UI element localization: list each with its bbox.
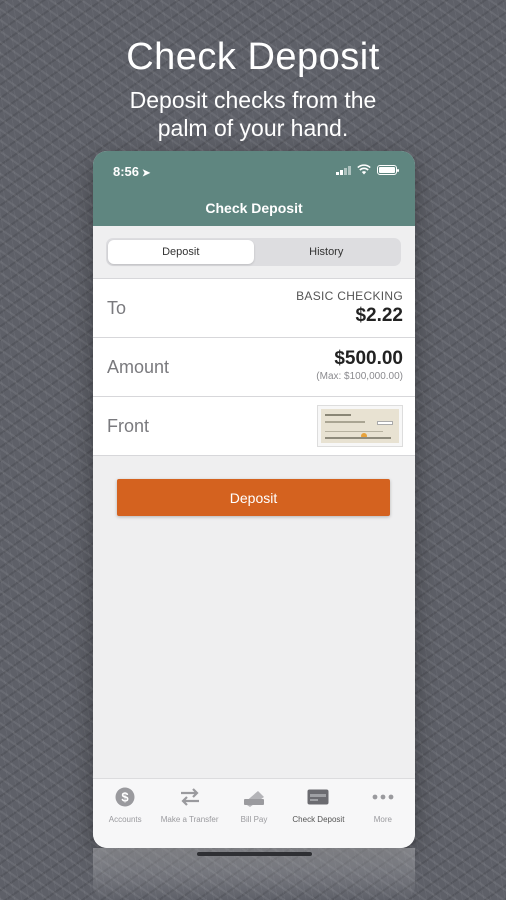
tab-bill-pay[interactable]: Bill Pay (222, 779, 286, 848)
to-label: To (107, 298, 127, 318)
cellular-signal-icon (336, 165, 351, 175)
check-image (321, 409, 399, 443)
transfer-arrows-icon (157, 785, 221, 809)
to-account-row[interactable]: To BASIC CHECKING $2.22 (93, 279, 415, 338)
bottom-tab-bar: $ Accounts Make a Transfer Bill Pay Chec… (93, 778, 415, 848)
check-front-thumbnail[interactable] (317, 405, 403, 447)
location-arrow-icon: ➤ (142, 168, 151, 179)
wifi-icon (357, 164, 371, 175)
tab-history[interactable]: History (254, 240, 400, 264)
tab-accounts[interactable]: $ Accounts (93, 779, 157, 848)
top-header: 8:56 ➤ Check Deposit (93, 151, 415, 226)
amount-row[interactable]: Amount $500.00 (Max: $100,000.00) (93, 338, 415, 397)
home-indicator (197, 852, 312, 856)
time-text: 8:56 (113, 164, 140, 179)
promo-subline-line1: Deposit checks from the (129, 87, 377, 113)
tab-check-deposit[interactable]: Check Deposit (286, 779, 350, 848)
front-image-row[interactable]: Front (93, 397, 415, 456)
amount-max: (Max: $100,000.00) (316, 371, 403, 382)
promo-headline: Check Deposit (126, 36, 380, 78)
account-name: BASIC CHECKING (296, 289, 403, 303)
segment-bar: Deposit History (93, 226, 415, 279)
nav-title: Check Deposit (205, 200, 303, 216)
account-info: BASIC CHECKING $2.22 (296, 289, 403, 327)
status-time: 8:56 ➤ (113, 164, 150, 179)
segmented-control: Deposit History (106, 238, 401, 266)
battery-icon (377, 164, 399, 175)
amount-info: $500.00 (Max: $100,000.00) (316, 348, 403, 382)
tab-label: Make a Transfer (160, 815, 219, 824)
tab-label: Check Deposit (292, 815, 345, 824)
tab-make-a-transfer[interactable]: Make a Transfer (157, 779, 221, 848)
phone-screen: 8:56 ➤ Check Deposit Deposit History To B… (93, 151, 415, 848)
amount-label: Amount (107, 357, 170, 377)
dollar-circle-icon: $ (93, 785, 157, 809)
svg-text:$: $ (122, 790, 130, 805)
amount-value[interactable]: $500.00 (316, 348, 403, 370)
tab-more[interactable]: More (351, 779, 415, 848)
promo-subline-line2: palm of your hand. (157, 115, 349, 141)
check-card-icon (286, 785, 350, 809)
account-balance: $2.22 (355, 305, 403, 326)
tab-label: Bill Pay (240, 815, 268, 824)
tab-label: Accounts (108, 815, 142, 824)
status-icons (336, 164, 399, 175)
deposit-button[interactable]: Deposit (117, 479, 390, 516)
tab-deposit[interactable]: Deposit (108, 240, 254, 264)
promo-subline: Deposit checks from the palm of your han… (0, 86, 506, 142)
tab-label: More (373, 815, 392, 824)
front-label: Front (107, 416, 150, 436)
more-dots-icon (351, 785, 415, 809)
bill-pay-icon (222, 785, 286, 809)
